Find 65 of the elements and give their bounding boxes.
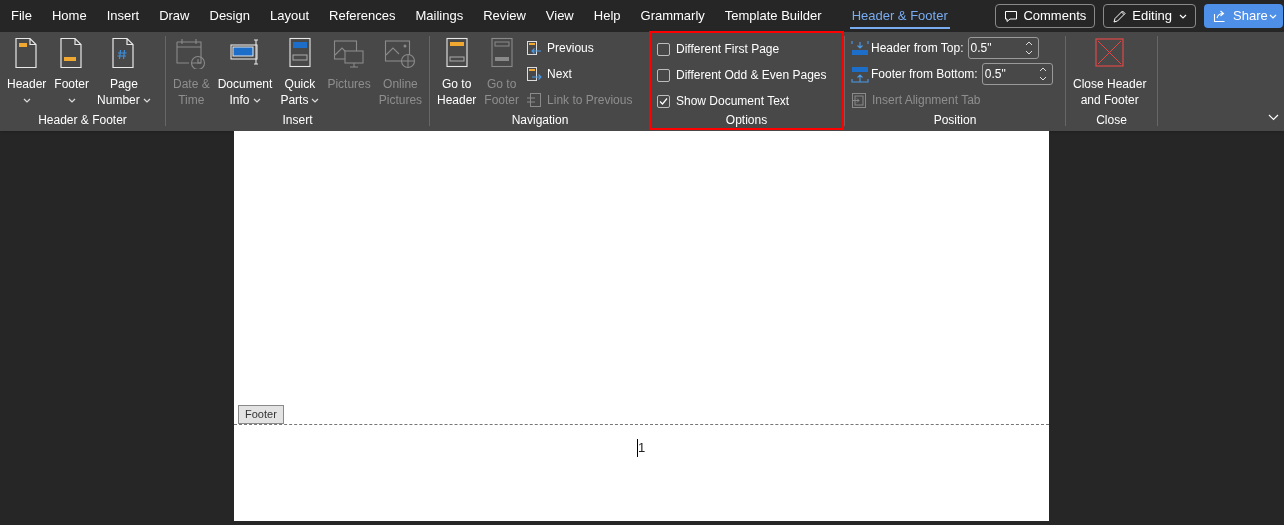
chevron-down-icon [1269, 13, 1277, 19]
chevron-down-icon [311, 97, 320, 103]
collapse-ribbon-icon[interactable] [1268, 114, 1279, 121]
menu-tab[interactable]: Mailings [405, 0, 474, 32]
group-label: Close [1095, 112, 1128, 129]
menu-tab[interactable]: References [319, 0, 406, 32]
ribbon-button[interactable]: Close Header and Footer [1070, 37, 1150, 108]
pencil-icon [1112, 8, 1128, 24]
editing-button[interactable]: Editing [1103, 4, 1196, 28]
online-pictures-icon [384, 37, 417, 69]
checkbox[interactable]: Show Document Text [657, 90, 827, 112]
checkbox[interactable]: Different First Page [657, 38, 827, 60]
group-label: Navigation [510, 112, 570, 129]
link-pages-icon [526, 91, 544, 109]
field-label: Header from Top: [871, 40, 964, 57]
previous-header-icon [526, 39, 544, 57]
close-x-icon [1093, 37, 1126, 69]
chevron-down-icon [252, 97, 261, 103]
menu-tab[interactable]: Insert [96, 0, 150, 32]
spin-field[interactable]: 0.5" [981, 63, 1053, 85]
calendar-clock-icon [175, 37, 208, 69]
menu-tab[interactable]: Draw [149, 0, 200, 32]
spin-arrows-icon [1038, 67, 1047, 81]
menu-tab[interactable]: File [1, 0, 42, 32]
group-label: Insert [281, 112, 314, 129]
menu-tab[interactable]: Home [41, 0, 97, 32]
menu-tab[interactable]: View [535, 0, 584, 32]
next-header-icon [526, 65, 544, 83]
spin-field[interactable]: 0.5" [967, 37, 1039, 59]
footer-bottom-icon [851, 65, 869, 83]
menu-tab[interactable]: Layout [259, 0, 319, 32]
group-label: Header & Footer [37, 112, 128, 129]
menu-tab[interactable]: Grammarly [630, 0, 715, 32]
chevron-down-icon [142, 97, 151, 103]
ribbon-button[interactable]: Document Info [214, 37, 276, 108]
group-label: Position [932, 112, 978, 129]
ribbon-button[interactable]: Quick Parts [277, 37, 323, 108]
ribbon-button[interactable]: Next [526, 63, 633, 85]
ribbon-button[interactable]: Page Number [94, 37, 154, 108]
menu-tab[interactable]: Design [199, 0, 260, 32]
menu-tab[interactable]: Template Builder [714, 0, 832, 32]
speech-bubble-icon [1004, 9, 1019, 23]
button-label: Share [1233, 7, 1268, 26]
chevron-down-icon [67, 98, 76, 103]
ribbon-button[interactable]: Go to Header [434, 37, 480, 108]
ribbon-button[interactable]: Header [4, 37, 50, 103]
checkmark-icon [658, 95, 669, 107]
ribbon-button[interactable]: Previous [526, 37, 633, 59]
page-number: 1 [637, 439, 646, 457]
footer-tag: Footer [238, 405, 284, 424]
menu-tab[interactable]: Header & Footer [841, 0, 958, 32]
ribbon-button[interactable]: Footer [51, 37, 93, 103]
group-label: Options [724, 112, 769, 128]
menu-tab[interactable]: Review [473, 0, 536, 32]
spin-arrows-icon [1024, 41, 1033, 55]
menu-tab[interactable]: Help [583, 0, 631, 32]
chevron-down-icon [1179, 13, 1187, 19]
alignment-tab-icon [851, 91, 868, 109]
checkbox[interactable]: Different Odd & Even Pages [657, 64, 827, 86]
pictures-icon [333, 37, 366, 69]
header-top-icon [851, 39, 869, 57]
chevron-down-icon [22, 98, 31, 103]
share-icon [1213, 9, 1227, 23]
field-label: Footer from Bottom: [871, 66, 978, 83]
comments-button[interactable]: Comments [995, 4, 1096, 28]
